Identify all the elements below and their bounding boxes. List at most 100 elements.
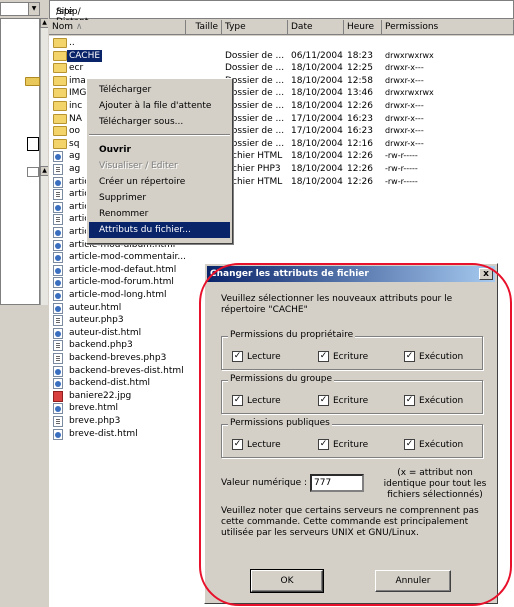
html-file-icon	[53, 264, 63, 276]
folder-icon	[53, 138, 67, 149]
file-name[interactable]: inc	[67, 100, 84, 112]
file-name[interactable]: auteur.php3	[67, 314, 126, 326]
checkbox-exec[interactable]: ✓ Exécution	[404, 439, 463, 451]
local-scrollbar[interactable]: ▲ ▲	[40, 18, 48, 305]
file-time: 16:23	[347, 126, 373, 137]
file-date: 18/10/2004	[291, 63, 343, 74]
file-name[interactable]: baniere22.jpg	[67, 390, 133, 402]
menu-item[interactable]: Attributs du fichier...	[89, 222, 230, 238]
file-type: Fichier HTML	[225, 176, 283, 187]
file-type: Dossier de ...	[225, 138, 285, 149]
file-date: 18/10/2004	[291, 151, 343, 162]
menu-item[interactable]: Renommer	[89, 206, 230, 222]
chevron-down-icon[interactable]: ▼	[28, 3, 39, 15]
checkbox-label: Exécution	[419, 440, 464, 450]
table-row[interactable]: ..	[49, 37, 514, 49]
numeric-value-input[interactable]: 777	[310, 474, 364, 492]
column-permissions[interactable]: Permissions	[382, 20, 514, 35]
file-name[interactable]: NA	[67, 113, 84, 125]
file-name[interactable]: backend-dist.html	[67, 377, 152, 389]
file-name[interactable]: breve-dist.html	[67, 428, 140, 440]
checkbox-write[interactable]: ✓ Ecriture	[318, 395, 368, 407]
close-icon[interactable]: x	[479, 268, 493, 280]
table-row[interactable]: CACHE Dossier de ... 06/11/2004 18:23 drwxrw…	[49, 49, 514, 62]
file-size	[186, 50, 220, 62]
file-name[interactable]: ecr	[67, 62, 85, 74]
checkmark-icon[interactable]: ✓	[404, 395, 415, 406]
local-tree[interactable]	[0, 18, 40, 305]
group-title: Permissions du propriétaire	[228, 330, 356, 340]
menu-item[interactable]: Créer un répertoire	[89, 174, 230, 190]
file-name[interactable]: auteur-dist.html	[67, 327, 143, 339]
checkbox-exec[interactable]: ✓ Exécution	[404, 395, 463, 407]
checkmark-icon[interactable]: ✓	[404, 351, 415, 362]
scroll-up-icon[interactable]: ▲	[40, 18, 48, 28]
column-name[interactable]: Nom ∧	[49, 20, 186, 35]
checkbox-read[interactable]: ✓ Lecture	[232, 351, 281, 363]
checkmark-icon[interactable]: ✓	[318, 351, 329, 362]
file-type: Fichier HTML	[225, 151, 283, 162]
checkmark-icon[interactable]: ✓	[404, 439, 415, 450]
file-name[interactable]: breve.php3	[67, 415, 122, 427]
php-file-icon	[53, 214, 63, 226]
tree-expander[interactable]	[27, 137, 39, 151]
html-file-icon	[53, 290, 63, 301]
ok-button[interactable]: OK	[250, 569, 324, 593]
file-name[interactable]: backend-breves-dist.html	[67, 365, 186, 377]
menu-item[interactable]: Télécharger sous...	[89, 114, 230, 130]
file-name[interactable]: breve.html	[67, 402, 120, 414]
folder-icon	[53, 38, 67, 48]
table-row[interactable]: article-mod-commentair...	[49, 251, 514, 264]
file-name[interactable]: backend-breves.php3	[67, 352, 168, 364]
file-name[interactable]: ..	[67, 37, 77, 49]
column-time[interactable]: Heure	[344, 20, 382, 35]
file-time: 18:23	[347, 50, 373, 61]
column-type[interactable]: Type	[222, 20, 288, 35]
file-time: 12:25	[347, 63, 373, 74]
file-name[interactable]: oo	[67, 125, 82, 137]
file-name[interactable]: article-mod-defaut.html	[67, 264, 178, 276]
menu-item[interactable]: Ajouter à la file d'attente	[89, 98, 230, 114]
menu-item[interactable]: Télécharger	[89, 82, 230, 98]
tree-node[interactable]	[27, 167, 39, 177]
server-note: Veuillez noter que certains serveurs ne …	[221, 506, 479, 538]
column-size[interactable]: Taille	[186, 20, 222, 35]
file-name[interactable]: article-mod-commentair...	[67, 251, 188, 263]
checkmark-icon[interactable]: ✓	[318, 395, 329, 406]
php-file-icon	[53, 340, 63, 352]
checkbox-write[interactable]: ✓ Ecriture	[318, 351, 368, 363]
jpg-file-icon	[53, 390, 63, 402]
cancel-button[interactable]: Annuler	[375, 570, 451, 592]
file-name[interactable]: sq	[67, 138, 81, 150]
checkbox-exec[interactable]: ✓ Exécution	[404, 351, 463, 363]
menu-item[interactable]: Supprimer	[89, 190, 230, 206]
file-name[interactable]: CACHE	[67, 49, 103, 62]
checkbox-read[interactable]: ✓ Lecture	[232, 439, 281, 451]
menu-separator	[89, 134, 230, 136]
local-path-combo[interactable]: ▼	[0, 2, 40, 16]
checkmark-icon[interactable]: ✓	[232, 439, 243, 450]
folder-icon	[53, 50, 67, 61]
file-name[interactable]: backend.php3	[67, 339, 135, 351]
table-row[interactable]: ecr Dossier de ... 18/10/2004 12:25 drwxr-x-…	[49, 62, 514, 74]
file-name[interactable]: auteur.html	[67, 302, 123, 314]
file-name[interactable]: ag	[67, 163, 82, 175]
column-date[interactable]: Date	[288, 20, 344, 35]
file-time: 12:16	[347, 138, 373, 149]
file-name[interactable]: article-mod-long.html	[67, 289, 169, 301]
file-name[interactable]: article-mod-forum.html	[67, 276, 176, 288]
file-name[interactable]: ima	[67, 75, 88, 87]
checkmark-icon[interactable]: ✓	[232, 395, 243, 406]
site-path[interactable]: /spip/	[56, 7, 81, 17]
menu-item[interactable]: Ouvrir	[89, 142, 230, 158]
file-name[interactable]: ag	[67, 150, 82, 162]
file-type	[225, 37, 287, 49]
scroll-up-icon[interactable]: ▲	[40, 166, 48, 176]
file-date: 18/10/2004	[291, 88, 343, 99]
file-time	[347, 37, 381, 49]
checkbox-write[interactable]: ✓ Ecriture	[318, 439, 368, 451]
checkmark-icon[interactable]: ✓	[318, 439, 329, 450]
remote-site-bar[interactable]: Site Distant : /spip/	[49, 0, 514, 37]
checkmark-icon[interactable]: ✓	[232, 351, 243, 362]
checkbox-read[interactable]: ✓ Lecture	[232, 395, 281, 407]
